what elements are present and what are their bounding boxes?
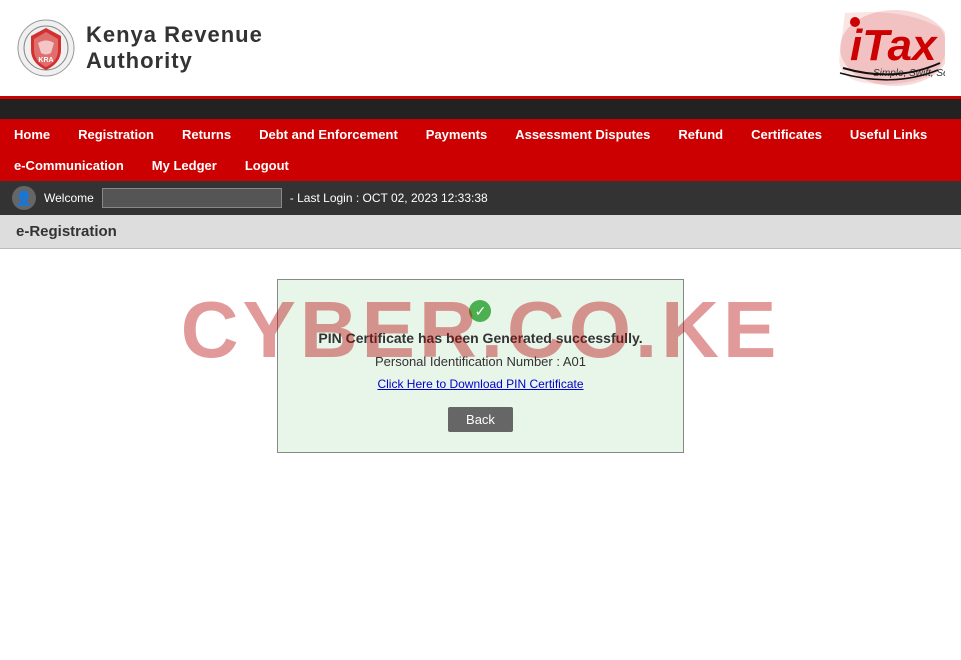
user-icon: 👤	[12, 186, 36, 210]
kra-name: Kenya Revenue Authority	[86, 22, 263, 74]
kra-line1: Kenya Revenue	[86, 22, 263, 48]
success-title: PIN Certificate has been Generated succe…	[318, 330, 642, 346]
nav-certificates[interactable]: Certificates	[737, 119, 836, 150]
kra-emblem-icon: KRA	[16, 18, 76, 78]
username-input[interactable]	[102, 188, 282, 208]
black-stripe	[0, 99, 961, 119]
nav-payments[interactable]: Payments	[412, 119, 501, 150]
page-heading: e-Registration	[0, 215, 961, 249]
last-login-text: - Last Login : OCT 02, 2023 12:33:38	[290, 191, 488, 205]
nav-returns[interactable]: Returns	[168, 119, 245, 150]
page-heading-text: e-Registration	[16, 223, 117, 240]
nav-debt[interactable]: Debt and Enforcement	[245, 119, 412, 150]
kra-line2: Authority	[86, 48, 263, 74]
nav-e-communication[interactable]: e-Communication	[0, 150, 138, 181]
pin-number: Personal Identification Number : A01	[318, 354, 642, 369]
download-link[interactable]: Click Here to Download PIN Certificate	[318, 377, 642, 391]
nav-registration[interactable]: Registration	[64, 119, 168, 150]
navbar: Home Registration Returns Debt and Enfor…	[0, 119, 961, 181]
content-area: ✓ PIN Certificate has been Generated suc…	[0, 249, 961, 599]
nav-logout[interactable]: Logout	[231, 150, 303, 181]
welcome-bar: 👤 Welcome - Last Login : OCT 02, 2023 12…	[0, 181, 961, 215]
nav-my-ledger[interactable]: My Ledger	[138, 150, 231, 181]
nav-useful-links[interactable]: Useful Links	[836, 119, 941, 150]
header: KRA Kenya Revenue Authority iTax Simple,…	[0, 0, 961, 99]
svg-text:iTax: iTax	[850, 21, 938, 70]
itax-logo: iTax Simple, Swift, Secure	[725, 8, 945, 88]
nav-home[interactable]: Home	[0, 119, 64, 150]
kra-logo: KRA Kenya Revenue Authority	[16, 18, 263, 78]
svg-text:KRA: KRA	[38, 57, 53, 64]
success-box: ✓ PIN Certificate has been Generated suc…	[277, 279, 683, 453]
nav-refund[interactable]: Refund	[664, 119, 737, 150]
welcome-label: Welcome	[44, 191, 94, 205]
success-icon: ✓	[469, 300, 491, 322]
back-button[interactable]: Back	[448, 407, 513, 432]
nav-assessment[interactable]: Assessment Disputes	[501, 119, 664, 150]
